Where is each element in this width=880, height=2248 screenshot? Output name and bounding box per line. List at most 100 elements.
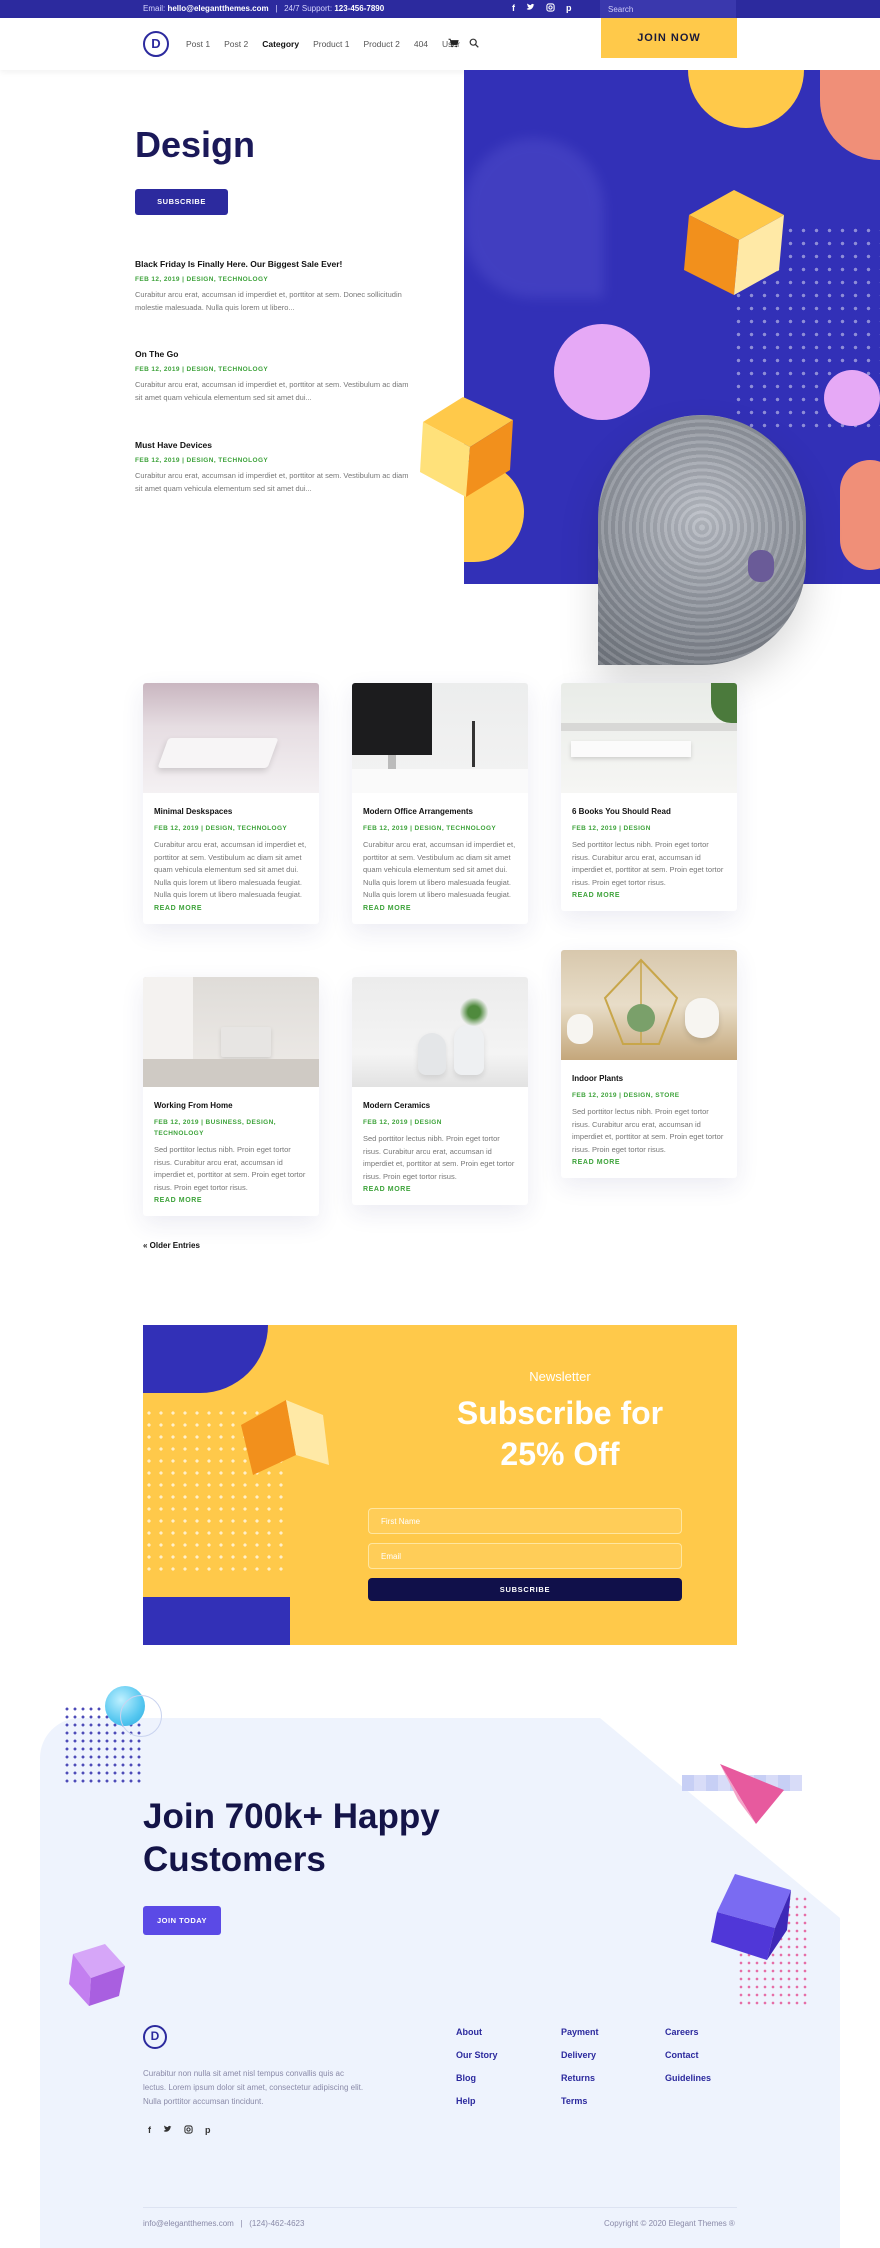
card-excerpt: Curabitur arcu erat, accumsan id imperdi… (154, 840, 307, 899)
footer-link-blog[interactable]: Blog (456, 2073, 498, 2083)
nav-item-product-1[interactable]: Product 1 (313, 39, 349, 49)
pinterest-icon[interactable]: p (566, 3, 572, 14)
nav-item-post-2[interactable]: Post 2 (224, 39, 248, 49)
footer-link-guidelines[interactable]: Guidelines (665, 2073, 711, 2083)
phone-link[interactable]: 123-456-7890 (334, 4, 384, 13)
twitter-icon[interactable] (163, 2125, 172, 2136)
coral-quarter-shape (820, 70, 880, 160)
pinterest-icon[interactable]: p (205, 2125, 211, 2136)
read-more-link[interactable]: READ MORE (154, 1197, 308, 1204)
street-photo-image (598, 415, 806, 665)
older-entries-link[interactable]: « Older Entries (143, 1241, 200, 1250)
footer-link-returns[interactable]: Returns (561, 2073, 599, 2083)
search-icon[interactable] (469, 38, 479, 51)
nav-menu: Post 1 Post 2 Category Product 1 Product… (186, 39, 460, 49)
post-item: Must Have Devices FEB 12, 2019 | DESIGN,… (135, 440, 410, 495)
card-image[interactable] (561, 950, 737, 1060)
post-item: Black Friday Is Finally Here. Our Bigges… (135, 259, 410, 314)
facebook-icon[interactable]: f (512, 3, 515, 14)
subscribe-button[interactable]: SUBSCRIBE (135, 189, 228, 215)
card-title[interactable]: 6 Books You Should Read (572, 807, 726, 816)
lamp-shape (472, 721, 475, 767)
email-label: Email: (143, 4, 166, 13)
card-meta: FEB 12, 2019 | DESIGN, TECHNOLOGY (363, 825, 497, 832)
read-more-link[interactable]: READ MORE (572, 892, 726, 899)
post-title[interactable]: Black Friday Is Finally Here. Our Bigges… (135, 259, 410, 269)
card-title[interactable]: Modern Office Arrangements (363, 807, 517, 816)
email-link[interactable]: hello@elegantthemes.com (167, 4, 268, 13)
blue-block-shape (143, 1597, 290, 1645)
instagram-icon[interactable] (546, 3, 555, 14)
card-image[interactable] (561, 683, 737, 793)
footer-social: f p (148, 2125, 211, 2136)
post-meta: FEB 12, 2019 | DESIGN, TECHNOLOGY (135, 276, 269, 283)
card-excerpt: Sed porttitor lectus nibh. Proin eget to… (572, 840, 724, 887)
facebook-icon[interactable]: f (148, 2125, 151, 2136)
search-input[interactable]: Search (600, 0, 736, 18)
newsletter-subscribe-button[interactable]: SUBSCRIBE (368, 1578, 682, 1601)
footer-link-our-story[interactable]: Our Story (456, 2050, 498, 2060)
top-bar-social: f p (512, 3, 572, 14)
nav-item-product-2[interactable]: Product 2 (363, 39, 399, 49)
logo[interactable]: D (143, 31, 169, 57)
email-field[interactable]: Email (368, 1543, 682, 1569)
card-title[interactable]: Modern Ceramics (363, 1101, 517, 1110)
post-meta: FEB 12, 2019 | DESIGN, TECHNOLOGY (135, 457, 269, 464)
nav-item-404[interactable]: 404 (414, 39, 428, 49)
vase-shape (454, 1025, 484, 1075)
newsletter-title-line: Subscribe for (456, 1395, 664, 1431)
post-title[interactable]: Must Have Devices (135, 440, 410, 450)
plant-shape (711, 683, 737, 723)
footer-links-col-3: Careers Contact Guidelines (665, 2027, 711, 2083)
footer-link-contact[interactable]: Contact (665, 2050, 711, 2060)
page-title: Design (135, 124, 256, 165)
blog-card: Minimal Deskspaces FEB 12, 2019 | DESIGN… (143, 683, 319, 924)
footer-link-delivery[interactable]: Delivery (561, 2050, 599, 2060)
footer-link-careers[interactable]: Careers (665, 2027, 711, 2037)
read-more-link[interactable]: READ MORE (572, 1159, 726, 1166)
card-image[interactable] (143, 977, 319, 1087)
first-name-field[interactable]: First Name (368, 1508, 682, 1534)
read-more-link[interactable]: READ MORE (363, 1186, 517, 1193)
read-more-link[interactable]: READ MORE (363, 905, 517, 912)
footer-email[interactable]: info@elegantthemes.com (143, 2219, 234, 2228)
blog-card: 6 Books You Should Read FEB 12, 2019 | D… (561, 683, 737, 911)
join-title: Join 700k+ Happy Customers (143, 1795, 440, 1881)
card-title[interactable]: Minimal Deskspaces (154, 807, 308, 816)
yellow-half-circle-shape (688, 70, 804, 128)
support-label: 24/7 Support: (284, 4, 333, 13)
read-more-link[interactable]: READ MORE (154, 905, 308, 912)
shelf-shape (561, 723, 737, 731)
nav-item-post-1[interactable]: Post 1 (186, 39, 210, 49)
join-today-button[interactable]: JOIN TODAY (143, 1906, 221, 1935)
plant-shape (460, 997, 488, 1027)
blurred-camera-shape (464, 138, 604, 298)
footer-link-payment[interactable]: Payment (561, 2027, 599, 2037)
blog-card: Modern Ceramics FEB 12, 2019 | DESIGN Se… (352, 977, 528, 1205)
paving-texture (598, 415, 806, 665)
terrarium-shape (603, 958, 679, 1045)
blog-card: Modern Office Arrangements FEB 12, 2019 … (352, 683, 528, 924)
card-image[interactable] (352, 977, 528, 1087)
card-title[interactable]: Indoor Plants (572, 1074, 726, 1083)
card-image[interactable] (352, 683, 528, 793)
card-image[interactable] (143, 683, 319, 793)
cart-icon[interactable] (448, 38, 459, 51)
person-figure (748, 550, 774, 582)
nav-item-category[interactable]: Category (262, 39, 299, 49)
twitter-icon[interactable] (526, 3, 535, 14)
footer-link-about[interactable]: About (456, 2027, 498, 2037)
card-title[interactable]: Working From Home (154, 1101, 308, 1110)
footer-link-help[interactable]: Help (456, 2096, 498, 2106)
footer-logo[interactable]: D (143, 2025, 167, 2049)
separator: | (240, 2219, 243, 2228)
instagram-icon[interactable] (184, 2125, 193, 2136)
card-meta: FEB 12, 2019 | DESIGN (572, 825, 651, 832)
post-title[interactable]: On The Go (135, 349, 410, 359)
footer-phone[interactable]: (124)-462-4623 (249, 2219, 304, 2228)
desk-surface (352, 769, 528, 793)
purple-cube-shape (711, 1874, 791, 1960)
join-now-button[interactable]: JOIN NOW (601, 18, 737, 58)
footer-link-terms[interactable]: Terms (561, 2096, 599, 2106)
join-title-line: Join 700k+ Happy (143, 1797, 440, 1836)
